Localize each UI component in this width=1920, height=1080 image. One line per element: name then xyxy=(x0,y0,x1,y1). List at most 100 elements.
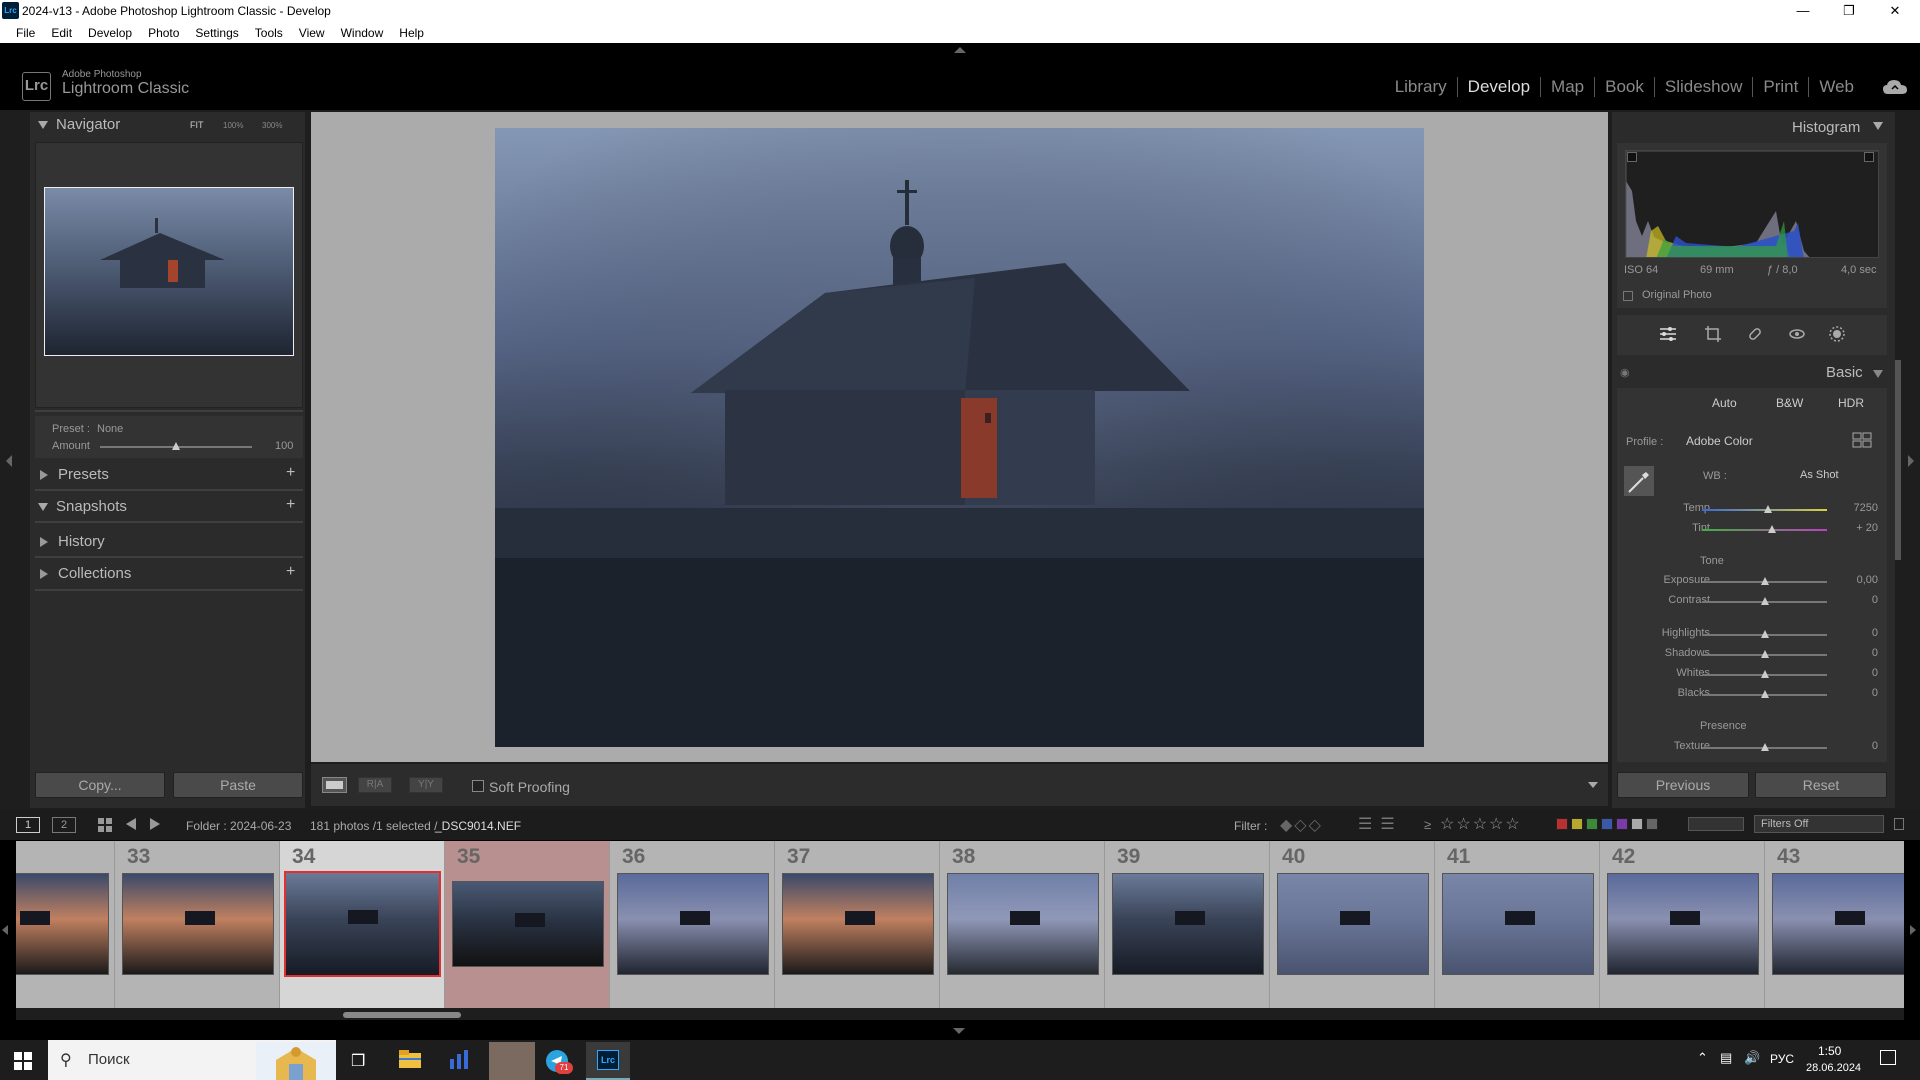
filmstrip-cell[interactable] xyxy=(16,841,115,1008)
flag-filter-icons[interactable]: ◆◇◇ xyxy=(1280,815,1323,835)
star-rating-filter[interactable]: ☆☆☆☆☆ xyxy=(1440,814,1522,834)
module-book[interactable]: Book xyxy=(1595,77,1655,97)
color-label-filter[interactable] xyxy=(1616,818,1628,830)
filmstrip-thumbnail[interactable] xyxy=(1772,873,1904,975)
filter-lock-icon[interactable] xyxy=(1894,818,1904,830)
color-label-filter[interactable] xyxy=(1586,818,1598,830)
filmstrip-scroll-right-icon[interactable] xyxy=(1910,925,1916,935)
filters-off-dropdown[interactable]: Filters Off xyxy=(1754,815,1884,833)
filmstrip-cell[interactable]: 36 xyxy=(610,841,775,1008)
back-arrow-icon[interactable] xyxy=(126,818,136,830)
reset-button[interactable]: Reset xyxy=(1755,772,1887,798)
clock-date[interactable]: 28.06.2024 xyxy=(1806,1062,1861,1074)
notifications-icon[interactable] xyxy=(1880,1050,1896,1065)
add-preset-icon[interactable]: + xyxy=(286,464,295,482)
module-library[interactable]: Library xyxy=(1385,77,1458,97)
filmstrip-thumbnail[interactable] xyxy=(1112,873,1264,975)
snapshots-header[interactable]: Snapshots xyxy=(38,498,127,515)
temp-value[interactable]: 7250 xyxy=(1838,502,1878,514)
hdr-button[interactable]: HDR xyxy=(1838,396,1864,410)
navigator-header[interactable]: Navigator xyxy=(38,116,120,133)
history-header[interactable]: History xyxy=(40,533,105,550)
temp-slider-knob[interactable] xyxy=(1764,505,1773,513)
filmstrip-scroll-thumb[interactable] xyxy=(343,1012,461,1018)
bw-button[interactable]: B&W xyxy=(1776,396,1803,410)
menu-view[interactable]: View xyxy=(291,21,333,43)
filmstrip-cell[interactable]: 41 xyxy=(1435,841,1600,1008)
primary-window-button[interactable]: 1 xyxy=(16,817,40,833)
paste-button[interactable]: Paste xyxy=(173,772,303,798)
filmstrip-cell[interactable]: 39 xyxy=(1105,841,1270,1008)
minimize-icon[interactable]: — xyxy=(1780,0,1826,21)
module-print[interactable]: Print xyxy=(1753,77,1810,97)
filmstrip-cell[interactable]: 40 xyxy=(1270,841,1435,1008)
filmstrip-thumbnail[interactable] xyxy=(452,881,604,967)
module-slideshow[interactable]: Slideshow xyxy=(1655,77,1754,97)
tint-slider[interactable] xyxy=(1702,529,1827,531)
navigator-thumbnail[interactable] xyxy=(44,187,294,356)
healing-icon[interactable] xyxy=(1746,325,1764,343)
main-photo[interactable] xyxy=(495,128,1424,747)
collapse-triangle-icon[interactable] xyxy=(1873,122,1883,130)
restore-icon[interactable]: ❐ xyxy=(1826,0,1872,21)
collapse-triangle-icon[interactable] xyxy=(1873,370,1883,378)
histogram-chart[interactable] xyxy=(1625,150,1879,258)
filmstrip-thumbnail[interactable] xyxy=(1442,873,1594,975)
toolbar-options-chevron-icon[interactable] xyxy=(1588,782,1598,788)
menu-file[interactable]: File xyxy=(8,21,43,43)
menu-tools[interactable]: Tools xyxy=(247,21,291,43)
secondary-window-button[interactable]: 2 xyxy=(52,817,76,833)
edit-sliders-icon[interactable] xyxy=(1659,325,1677,343)
menu-develop[interactable]: Develop xyxy=(80,21,140,43)
auto-button[interactable]: Auto xyxy=(1712,396,1737,410)
filmstrip-thumbnail[interactable] xyxy=(284,871,441,977)
presets-header[interactable]: Presets xyxy=(40,466,109,483)
module-web[interactable]: Web xyxy=(1809,77,1864,97)
blacks-slider-knob[interactable] xyxy=(1760,690,1769,698)
highlights-value[interactable]: 0 xyxy=(1838,627,1878,639)
masking-icon[interactable] xyxy=(1828,325,1846,343)
shadows-value[interactable]: 0 xyxy=(1838,647,1878,659)
wb-dropdown[interactable]: As Shot xyxy=(1800,469,1839,481)
white-balance-eyedropper-icon[interactable] xyxy=(1624,466,1654,496)
collapse-left-panel-icon[interactable] xyxy=(6,455,12,467)
rating-operator[interactable]: ≥ xyxy=(1424,817,1431,832)
highlights-slider-knob[interactable] xyxy=(1760,630,1769,638)
tint-value[interactable]: + 20 xyxy=(1838,522,1878,534)
windows-start-icon[interactable] xyxy=(14,1052,32,1070)
red-eye-icon[interactable] xyxy=(1788,325,1806,343)
tint-slider-knob[interactable] xyxy=(1768,525,1776,533)
before-after-icon[interactable]: R|A xyxy=(358,777,392,793)
profile-browser-grid-icon[interactable] xyxy=(1852,432,1872,448)
filmstrip-thumbnail[interactable] xyxy=(782,873,934,975)
original-photo-checkbox[interactable] xyxy=(1623,291,1633,301)
color-label-filter[interactable] xyxy=(1646,818,1658,830)
filmstrip-thumbnail[interactable] xyxy=(16,873,109,975)
forward-arrow-icon[interactable] xyxy=(150,818,160,830)
grid-view-icon[interactable] xyxy=(98,818,112,832)
filmstrip-thumbnail[interactable] xyxy=(1277,873,1429,975)
contrast-value[interactable]: 0 xyxy=(1838,594,1878,606)
collapse-top-panel-icon[interactable] xyxy=(954,47,966,53)
panel-visibility-eye-icon[interactable]: ◉ xyxy=(1620,366,1630,379)
module-map[interactable]: Map xyxy=(1541,77,1596,97)
shadows-slider-knob[interactable] xyxy=(1760,650,1769,658)
shadow-clipping-icon[interactable] xyxy=(1627,152,1637,162)
color-label-filter[interactable] xyxy=(1571,818,1583,830)
cloud-sync-icon[interactable] xyxy=(1882,78,1908,96)
filmstrip-cell[interactable]: 34 xyxy=(280,841,445,1008)
filmstrip-scrollbar[interactable] xyxy=(16,1008,1904,1020)
before-after-split-icon[interactable]: Y|Y xyxy=(409,777,443,793)
profile-dropdown[interactable]: Adobe Color xyxy=(1686,434,1753,448)
close-icon[interactable]: ✕ xyxy=(1872,0,1918,21)
loupe-view-icon[interactable] xyxy=(322,777,347,793)
collections-header[interactable]: Collections xyxy=(40,565,131,582)
color-label-filter[interactable] xyxy=(1556,818,1568,830)
clock-time[interactable]: 1:50 xyxy=(1818,1044,1841,1058)
menu-settings[interactable]: Settings xyxy=(187,21,246,43)
crop-icon[interactable] xyxy=(1704,325,1722,343)
texture-slider-knob[interactable] xyxy=(1760,743,1769,751)
filmstrip-cell[interactable]: 43 xyxy=(1765,841,1904,1008)
filmstrip-thumbnail[interactable] xyxy=(617,873,769,975)
add-snapshot-icon[interactable]: + xyxy=(286,496,295,514)
